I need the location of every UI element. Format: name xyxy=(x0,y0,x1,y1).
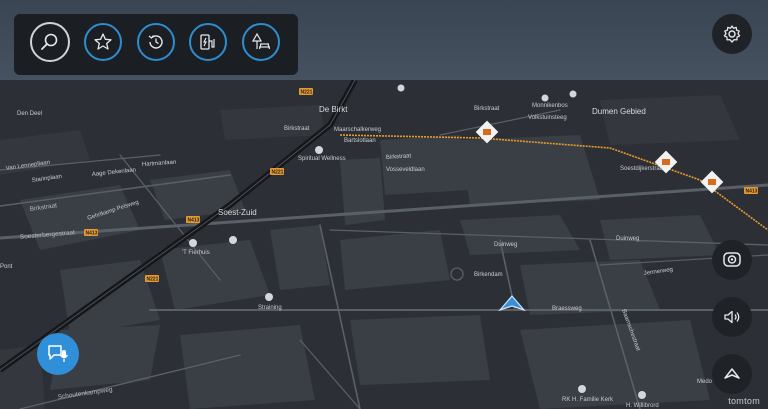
search-icon xyxy=(41,33,58,50)
label-starinplaan: Starinplaan xyxy=(31,174,62,184)
settings-button[interactable] xyxy=(712,14,752,54)
label-soestdijkerstraat: Soestdijkerstraat xyxy=(620,166,665,172)
label-duinweg: Duinweg xyxy=(494,242,517,248)
history-icon xyxy=(148,35,163,49)
brand-logo: tomtom xyxy=(728,396,760,406)
fuel-ev-icon xyxy=(200,34,215,50)
label-birkstraat-3: Birkstraat xyxy=(474,106,500,112)
poi-monnikenbos xyxy=(541,94,549,102)
place-straining: Straining xyxy=(258,305,282,311)
navigation-arrow-icon xyxy=(724,368,740,379)
svg-text:N413: N413 xyxy=(188,218,200,224)
label-aage-dekenlaan: Aage Dekenlaan xyxy=(92,167,137,178)
label-monnikenbos: Monnikenbos xyxy=(532,103,568,109)
label-maarschalkerweg: Maarschalkerweg xyxy=(334,127,381,133)
place-spiritual-wellness: Spiritual Wellness xyxy=(298,156,346,162)
parks-button[interactable] xyxy=(242,23,280,61)
shield-n413: N413 xyxy=(84,229,98,237)
shield-n413: N413 xyxy=(186,216,200,224)
poi-t-fierhuis xyxy=(189,239,197,247)
place-soest-zuid: Soest-Zuid xyxy=(218,208,257,217)
search-button[interactable] xyxy=(30,22,70,62)
map-view[interactable]: Birkstraat Soesterbergestraat Van Lennep… xyxy=(0,80,768,409)
poi-h-willibrord xyxy=(638,391,646,399)
place-medo: Medo xyxy=(697,379,713,385)
svg-text:N221: N221 xyxy=(301,90,313,96)
svg-text:N221: N221 xyxy=(147,277,159,283)
poi-spiritual-wellness xyxy=(315,146,323,154)
label-braessweg: Braessweg xyxy=(552,306,582,312)
shield-n221: N221 xyxy=(145,275,159,283)
star-icon xyxy=(94,33,112,50)
building-blocks xyxy=(20,135,720,409)
place-rk-kerk: RK H. Familie Kerk xyxy=(562,397,614,403)
voice-assistant-icon xyxy=(48,345,69,362)
poi-rk-kerk xyxy=(578,385,586,393)
place-t-fierhuis: 'T Fierhuis xyxy=(182,250,210,256)
svg-text:N221: N221 xyxy=(272,170,284,176)
poi-top xyxy=(397,84,405,92)
label-hartmanlaan: Hartmanlaan xyxy=(142,160,177,168)
speaker-icon xyxy=(724,310,740,324)
place-h-willibrord: H. Willibrord xyxy=(626,403,659,409)
label-den-deel: Den Deel xyxy=(17,111,42,117)
label-birkendam: Birkendam xyxy=(474,272,503,278)
sound-button[interactable] xyxy=(712,297,752,337)
svg-text:N413: N413 xyxy=(746,189,758,195)
label-duinweg-2: Duinweg xyxy=(616,236,639,242)
gear-icon xyxy=(723,25,741,43)
picnic-area-icon xyxy=(251,32,271,50)
label-birkstraat-4: Birkstraat xyxy=(284,126,310,132)
place-de-birkt: De Birkt xyxy=(319,105,348,114)
shield-n413: N413 xyxy=(744,187,758,195)
label-schoutenkampweg: Schoutenkampweg xyxy=(57,386,113,401)
label-volkstuinsteeg: Volkstuinsteeg xyxy=(528,115,567,121)
svg-text:N413: N413 xyxy=(86,231,98,237)
poi-green xyxy=(569,90,577,98)
poi-hotel xyxy=(229,236,237,244)
shield-n221: N221 xyxy=(299,88,313,96)
label-bartslotlaan: Bartslotlaan xyxy=(344,138,376,144)
toolbar xyxy=(14,14,298,75)
label-jennerweg: Jennerweg xyxy=(643,267,673,277)
place-pont: Pont xyxy=(0,264,13,270)
label-vosseveldlaan: Vosseveldlaan xyxy=(386,167,425,173)
poi-straining xyxy=(265,293,273,301)
map-canvas: Birkstraat Soesterbergestraat Van Lennep… xyxy=(0,80,768,409)
recent-destinations-button[interactable] xyxy=(137,23,175,61)
favorites-button[interactable] xyxy=(84,23,122,61)
current-position-marker xyxy=(498,295,526,312)
camera-view-icon xyxy=(723,252,741,267)
fuel-ev-button[interactable] xyxy=(189,23,227,61)
camera-view-button[interactable] xyxy=(712,240,752,280)
voice-assistant-button[interactable] xyxy=(37,333,79,375)
shield-n221: N221 xyxy=(270,168,284,176)
compass-button[interactable] xyxy=(712,354,752,394)
roundabout xyxy=(450,267,464,281)
place-dumen-gebied: Dumen Gebied xyxy=(592,107,646,116)
